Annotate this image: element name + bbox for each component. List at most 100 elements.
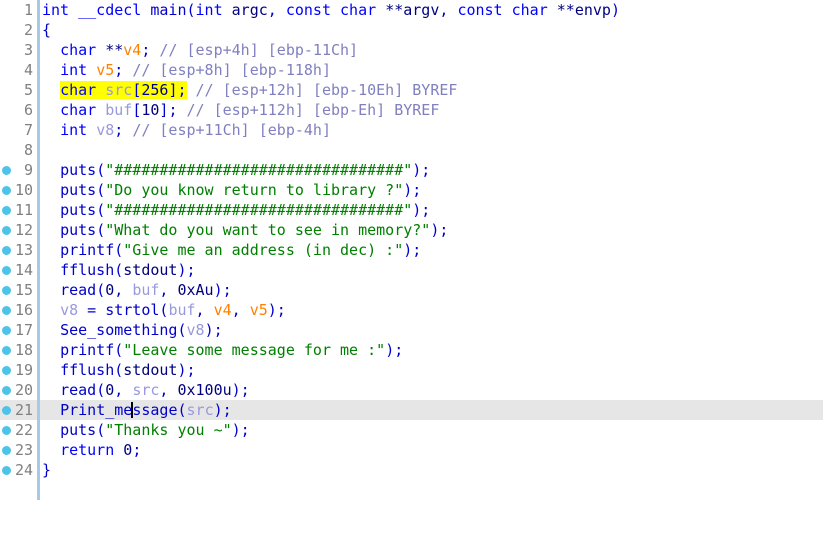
code-text[interactable]: read(0, buf, 0xAu); — [42, 280, 232, 300]
code-text[interactable]: puts("################################")… — [42, 160, 430, 180]
line-number: 9 — [23, 161, 33, 179]
code-text[interactable]: printf("Leave some message for me :"); — [42, 340, 403, 360]
code-line[interactable]: 10 puts("Do you know return to library ?… — [0, 180, 823, 200]
token-keyword: char — [511, 1, 548, 19]
code-text[interactable]: char buf[10]; // [esp+112h] [ebp-Eh] BYR… — [42, 100, 439, 120]
token-comma: , — [231, 301, 250, 319]
code-text[interactable]: puts("Thanks you ~"); — [42, 420, 250, 440]
token-paren: ( — [114, 241, 124, 259]
code-line[interactable]: 16 v8 = strtol(buf, v4, v5); — [0, 300, 823, 320]
token-paren: ( — [114, 361, 124, 379]
code-text[interactable]: read(0, src, 0x100u); — [42, 380, 250, 400]
code-text[interactable]: See_something(v8); — [42, 320, 223, 340]
code-line[interactable]: 20 read(0, src, 0x100u); — [0, 380, 823, 400]
line-number: 21 — [14, 401, 33, 419]
code-line[interactable]: 12 puts("What do you want to see in memo… — [0, 220, 823, 240]
code-line[interactable]: 13 printf("Give me an address (in dec) :… — [0, 240, 823, 260]
code-text[interactable]: { — [42, 20, 51, 40]
token-paren: ( — [96, 381, 106, 399]
code-text[interactable]: char **v4; // [esp+4h] [ebp-11Ch] — [42, 40, 358, 60]
code-text[interactable]: } — [42, 460, 51, 480]
line-number: 23 — [14, 441, 33, 459]
code-line[interactable]: 15 read(0, buf, 0xAu); — [0, 280, 823, 300]
token-pointer-stars: ** — [556, 1, 575, 19]
code-line[interactable]: 14 fflush(stdout); — [0, 260, 823, 280]
token-paren-semi: ); — [231, 381, 250, 399]
line-number: 17 — [14, 321, 33, 339]
line-number: 16 — [14, 301, 33, 319]
token-string: "Thanks you ~" — [105, 421, 232, 439]
token-var-buf: buf — [105, 101, 133, 119]
token-comma: , — [439, 1, 458, 19]
code-line[interactable]: 19 fflush(stdout); — [0, 360, 823, 380]
token-function-print-message-tail: ssage — [132, 401, 178, 419]
token-function-puts: puts — [60, 421, 97, 439]
token-symbol-stdout: stdout — [123, 361, 178, 379]
code-text[interactable]: fflush(stdout); — [42, 360, 195, 380]
code-line[interactable]: 9 puts("################################… — [0, 160, 823, 180]
code-text[interactable]: char src[256]; // [esp+12h] [ebp-10Eh] B… — [42, 80, 457, 100]
token-function-main: main — [150, 1, 187, 19]
token-function-puts: puts — [60, 221, 97, 239]
token-keyword-return: return — [60, 441, 115, 459]
token-cdecl: __cdecl — [78, 1, 142, 19]
code-line[interactable]: 1 int __cdecl main(int argc, const char … — [0, 0, 823, 20]
code-line[interactable]: 7 int v8; // [esp+11Ch] [ebp-4h] — [0, 120, 823, 140]
code-line[interactable]: 4 int v5; // [esp+8h] [ebp-118h] — [0, 60, 823, 80]
code-line[interactable]: 3 char **v4; // [esp+4h] [ebp-11Ch] — [0, 40, 823, 60]
code-line[interactable]: 18 printf("Leave some message for me :")… — [0, 340, 823, 360]
code-line-current[interactable]: 21 Print_message(src); — [0, 400, 823, 420]
token-paren: ) — [610, 1, 620, 19]
line-number: 11 — [14, 201, 33, 219]
code-text[interactable]: int v8; // [esp+11Ch] [ebp-4h] — [42, 120, 331, 140]
code-line[interactable]: 8 — [0, 140, 823, 160]
code-text[interactable]: fflush(stdout); — [42, 260, 195, 280]
line-number: 19 — [14, 361, 33, 379]
code-text[interactable]: return 0; — [42, 440, 141, 460]
code-text[interactable]: printf("Give me an address (in dec) :"); — [42, 240, 421, 260]
token-string: "################################" — [105, 201, 413, 219]
code-text[interactable]: int __cdecl main(int argc, const char **… — [42, 0, 620, 20]
line-number: 2 — [23, 21, 33, 39]
code-line[interactable]: 22 puts("Thanks you ~"); — [0, 420, 823, 440]
token-number-256: 256 — [141, 81, 169, 99]
code-line[interactable]: 2 { — [0, 20, 823, 40]
code-line[interactable]: 23 return 0; — [0, 440, 823, 460]
token-number-0: 0 — [123, 441, 133, 459]
token-var-v4: v4 — [123, 41, 142, 59]
line-number: 4 — [23, 61, 33, 79]
token-string: "################################" — [105, 161, 413, 179]
code-text[interactable]: int v5; // [esp+8h] [ebp-118h] — [42, 60, 331, 80]
token-assign: = — [78, 301, 106, 319]
code-line[interactable]: 6 char buf[10]; // [esp+112h] [ebp-Eh] B… — [0, 100, 823, 120]
token-function-read: read — [60, 281, 97, 299]
code-text[interactable]: Print_message(src); — [42, 400, 232, 420]
token-string: "Do you know return to library ?" — [105, 181, 404, 199]
token-paren: ( — [96, 161, 106, 179]
code-line[interactable]: 11 puts("###############################… — [0, 200, 823, 220]
code-line[interactable]: 17 See_something(v8); — [0, 320, 823, 340]
code-text[interactable]: puts("################################")… — [42, 200, 430, 220]
token-keyword: const — [285, 1, 331, 19]
code-text[interactable]: v8 = strtol(buf, v4, v5); — [42, 300, 286, 320]
pseudocode-editor[interactable]: 1 int __cdecl main(int argc, const char … — [0, 0, 823, 500]
code-text[interactable]: puts("What do you want to see in memory?… — [42, 220, 448, 240]
token-paren-semi: ); — [403, 241, 422, 259]
token-var-v8: v8 — [96, 121, 115, 139]
code-line[interactable]: 5 char src[256]; // [esp+12h] [ebp-10Eh]… — [0, 80, 823, 100]
code-text[interactable]: puts("Do you know return to library ?"); — [42, 180, 421, 200]
token-paren-semi: ); — [213, 401, 232, 419]
token-paren: ( — [96, 221, 106, 239]
code-line[interactable]: 24 } — [0, 460, 823, 480]
token-arg-argv: argv — [403, 1, 440, 19]
